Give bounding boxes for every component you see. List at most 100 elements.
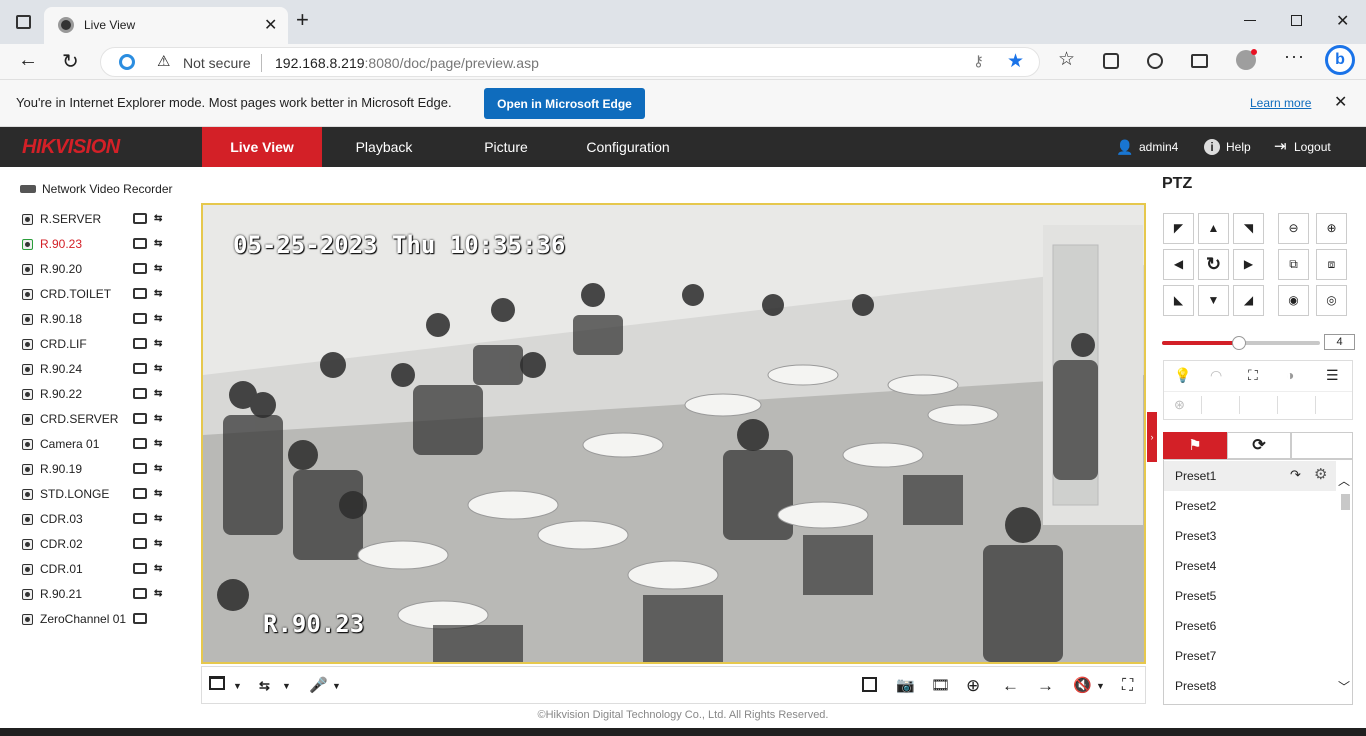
favorites-icon[interactable]: ☆ <box>1058 48 1075 71</box>
lens-init-icon[interactable]: ◑ <box>1286 367 1294 383</box>
start-live-view-icon[interactable] <box>133 388 147 399</box>
pan-up-right-button[interactable]: ◥ <box>1233 213 1264 244</box>
close-infobar-icon[interactable]: ✕ <box>1334 92 1347 112</box>
preset-item[interactable]: Preset4 <box>1164 551 1336 581</box>
focus-near-button[interactable]: ⧉ <box>1278 249 1309 280</box>
collapse-ptz-tab[interactable]: › <box>1147 412 1157 462</box>
scroll-up-icon[interactable]: ︿ <box>1338 472 1350 489</box>
start-live-view-icon[interactable] <box>133 288 147 299</box>
stream-options-icon[interactable]: ⇆ <box>154 237 170 251</box>
stream-options-icon[interactable]: ⇆ <box>154 512 170 526</box>
help-link[interactable]: Help <box>1226 140 1251 154</box>
logout-icon[interactable]: ⇥ <box>1274 137 1287 155</box>
pan-up-button[interactable]: ▲ <box>1198 213 1229 244</box>
camera-item[interactable]: CRD.SERVER ⇆ <box>20 409 190 429</box>
preset-item[interactable]: Preset7 <box>1164 641 1336 671</box>
close-tab-icon[interactable]: ✕ <box>264 15 277 35</box>
audio-dropdown-icon[interactable]: ▼ <box>1096 676 1105 696</box>
stream-options-icon[interactable]: ⇆ <box>154 287 170 301</box>
audio-muted-icon[interactable]: 🔇 <box>1073 676 1092 696</box>
pan-left-button[interactable]: ◀ <box>1163 249 1194 280</box>
preset-item[interactable]: Preset1 ↷ ⚙ <box>1164 461 1336 491</box>
back-icon[interactable]: ← <box>18 49 38 72</box>
focus-far-button[interactable]: ⧈ <box>1316 249 1347 280</box>
start-live-view-icon[interactable] <box>133 588 147 599</box>
stream-type-icon[interactable]: ⇆ <box>259 676 270 696</box>
pan-up-left-button[interactable]: ◤ <box>1163 213 1194 244</box>
pan-down-right-button[interactable]: ◢ <box>1233 285 1264 316</box>
stream-options-icon[interactable]: ⇆ <box>154 312 170 326</box>
stream-options-icon[interactable]: ⇆ <box>154 262 170 276</box>
stream-options-icon[interactable]: ⇆ <box>154 412 170 426</box>
stream-options-icon[interactable]: ⇆ <box>154 537 170 551</box>
start-live-view-icon[interactable] <box>133 238 147 249</box>
new-tab-icon[interactable]: + <box>296 9 309 31</box>
nav-playback[interactable]: Playback <box>324 127 444 167</box>
tab-presets[interactable]: ⚑ <box>1163 432 1227 459</box>
manual-track-icon[interactable]: ⊛ <box>1174 397 1185 413</box>
nav-live-view[interactable]: Live View <box>202 127 322 167</box>
stream-options-icon[interactable]: ⇆ <box>154 487 170 501</box>
stream-options-icon[interactable]: ⇆ <box>154 387 170 401</box>
capture-icon[interactable]: 📷 <box>896 676 915 696</box>
start-live-view-icon[interactable] <box>133 413 147 424</box>
start-live-view-icon[interactable] <box>133 488 147 499</box>
camera-item[interactable]: R.90.20 ⇆ <box>20 259 190 279</box>
start-live-view-icon[interactable] <box>133 538 147 549</box>
digital-zoom-icon[interactable]: ⊕ <box>966 676 980 696</box>
camera-item[interactable]: CRD.LIF ⇆ <box>20 334 190 354</box>
maximize-icon[interactable] <box>1291 15 1302 26</box>
learn-more-link[interactable]: Learn more <box>1250 96 1311 110</box>
start-live-view-icon[interactable] <box>133 613 147 624</box>
nav-picture[interactable]: Picture <box>446 127 566 167</box>
record-icon[interactable]: 🎞 <box>931 676 950 696</box>
stream-options-icon[interactable]: ⇆ <box>154 362 170 376</box>
minimize-icon[interactable] <box>1244 20 1256 21</box>
stream-options-icon[interactable]: ⇆ <box>154 562 170 576</box>
camera-item[interactable]: STD.LONGE ⇆ <box>20 484 190 504</box>
camera-item[interactable]: R.90.23 ⇆ <box>20 234 190 254</box>
stream-options-icon[interactable]: ⇆ <box>154 212 170 226</box>
pan-down-left-button[interactable]: ◣ <box>1163 285 1194 316</box>
logout-link[interactable]: Logout <box>1294 140 1331 154</box>
ptz-speed-slider[interactable] <box>1162 336 1320 350</box>
start-live-view-icon[interactable] <box>133 463 147 474</box>
sidebar-icon[interactable] <box>1191 54 1208 68</box>
browser-essentials-icon[interactable] <box>1147 53 1163 69</box>
stream-options-icon[interactable]: ⇆ <box>154 437 170 451</box>
layout-dropdown-icon[interactable]: ▼ <box>233 676 242 696</box>
call-preset-icon[interactable]: ↷ <box>1290 467 1301 483</box>
scrollbar-thumb[interactable] <box>1341 494 1350 510</box>
stop-all-preview-icon[interactable] <box>862 677 877 692</box>
preset-item[interactable]: Preset5 <box>1164 581 1336 611</box>
previous-page-icon[interactable]: ← <box>1002 676 1019 696</box>
iris-open-button[interactable]: ◉ <box>1278 285 1309 316</box>
user-name[interactable]: admin4 <box>1139 140 1178 154</box>
start-live-view-icon[interactable] <box>133 563 147 574</box>
camera-item[interactable]: R.90.21 ⇆ <box>20 584 190 604</box>
live-video-window[interactable]: 05-25-2023 Thu 10:35:36 R.90.23 <box>201 203 1146 664</box>
favorite-star-icon[interactable]: ★ <box>1007 50 1024 73</box>
tab-patrols[interactable]: ⟳ <box>1227 432 1291 459</box>
auto-scan-button[interactable]: ↻ <box>1198 249 1229 280</box>
camera-item[interactable]: CDR.01 ⇆ <box>20 559 190 579</box>
camera-item[interactable]: R.SERVER ⇆ <box>20 209 190 229</box>
camera-item[interactable]: R.90.18 ⇆ <box>20 309 190 329</box>
browser-tab[interactable]: Live View ✕ <box>44 7 288 44</box>
stream-options-icon[interactable]: ⇆ <box>154 462 170 476</box>
collections-icon[interactable] <box>1103 53 1119 69</box>
stream-options-icon[interactable]: ⇆ <box>154 337 170 351</box>
iris-close-button[interactable]: ◎ <box>1316 285 1347 316</box>
more-icon[interactable]: ··· <box>1284 46 1305 67</box>
ptz-speed-value[interactable]: 4 <box>1324 334 1355 350</box>
close-window-icon[interactable]: ✕ <box>1336 11 1349 31</box>
start-live-view-icon[interactable] <box>133 513 147 524</box>
ie-mode-icon[interactable] <box>119 54 135 70</box>
open-in-edge-button[interactable]: Open in Microsoft Edge <box>484 88 645 119</box>
start-live-view-icon[interactable] <box>133 338 147 349</box>
stream-options-icon[interactable]: ⇆ <box>154 587 170 601</box>
url-text[interactable]: 192.168.8.219:8080/doc/page/preview.asp <box>275 55 539 71</box>
menu-icon[interactable]: ☰ <box>1326 367 1339 384</box>
camera-item[interactable]: R.90.19 ⇆ <box>20 459 190 479</box>
fullscreen-icon[interactable]: ⛶ <box>1122 676 1133 696</box>
